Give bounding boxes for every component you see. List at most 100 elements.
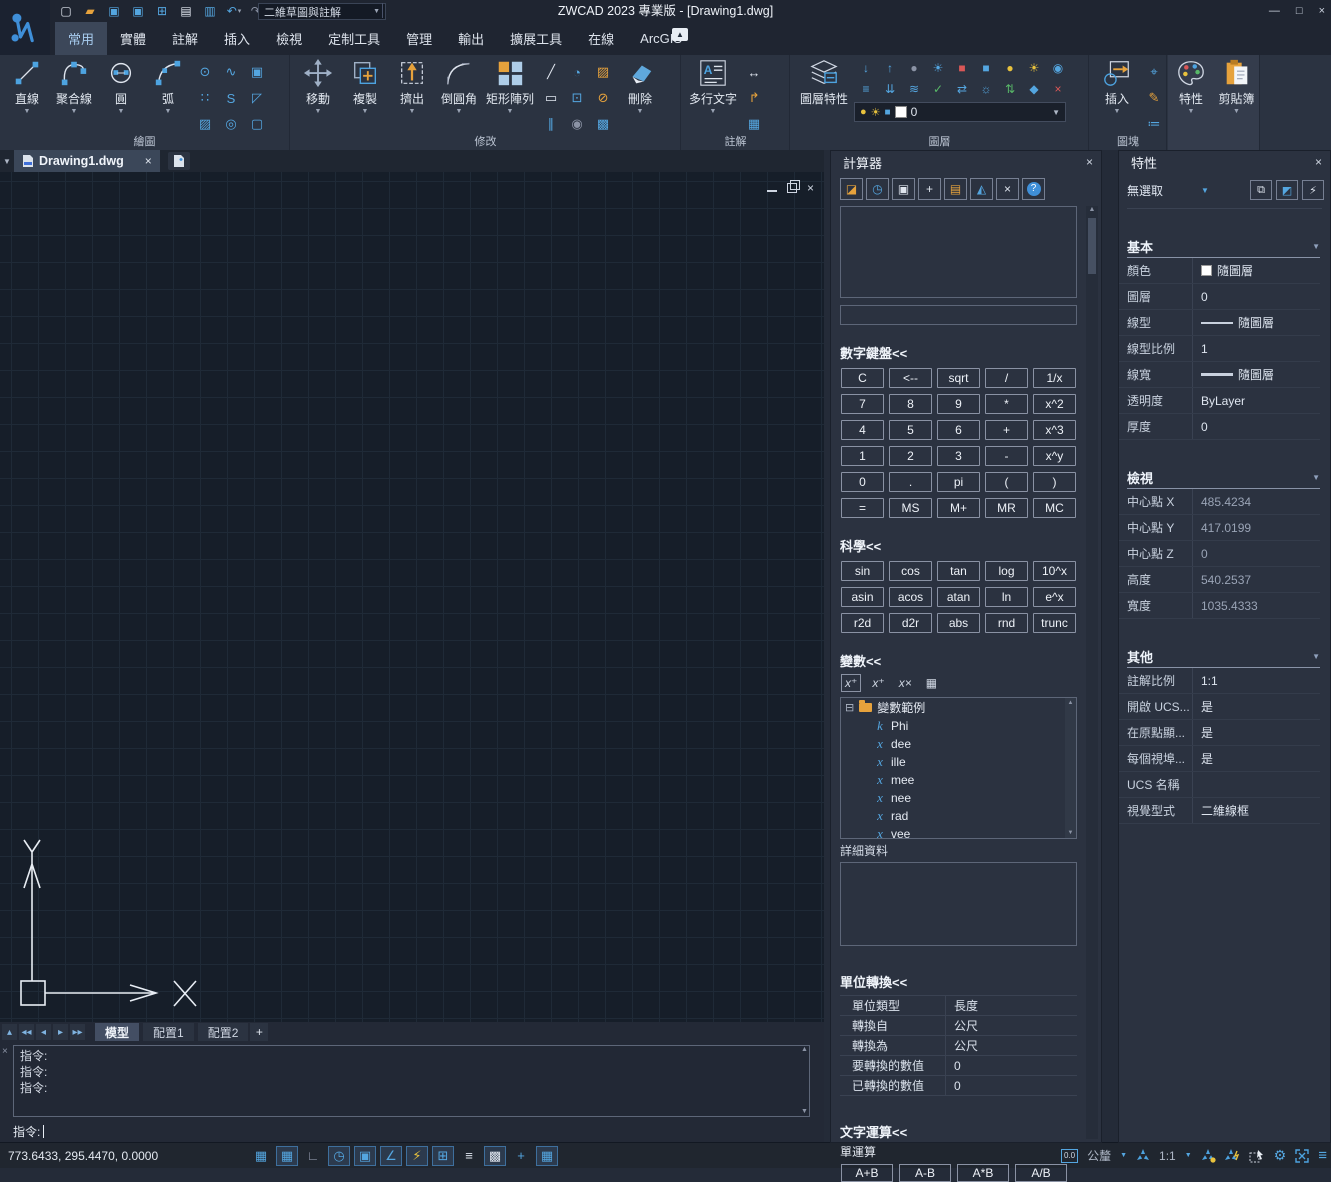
calc-sci-key[interactable]: tan bbox=[937, 561, 980, 581]
section-scientific[interactable]: 科學<< bbox=[831, 536, 1101, 555]
variable-row[interactable]: xvee bbox=[841, 825, 1076, 839]
calc-key[interactable]: <-- bbox=[889, 368, 932, 388]
calc-key[interactable]: MR bbox=[985, 498, 1028, 518]
next-layout-icon[interactable]: ▸ bbox=[53, 1024, 68, 1040]
calc-sci-key[interactable]: acos bbox=[889, 587, 932, 607]
collapse-icon[interactable]: ⊟ bbox=[845, 701, 854, 714]
calc-key[interactable]: 3 bbox=[937, 446, 980, 466]
workspace-dropdown[interactable]: 二維草圖與註解 ▼ bbox=[258, 3, 386, 20]
layer-match-icon[interactable]: ✓ bbox=[926, 78, 950, 99]
calc-sci-key[interactable]: trunc bbox=[1033, 613, 1076, 633]
command-history[interactable]: 指令:指令:指令: bbox=[13, 1045, 810, 1117]
print-icon[interactable]: ▤▾ bbox=[176, 2, 196, 20]
ribbon-tab[interactable]: 檢視 bbox=[263, 22, 315, 55]
calc-sci-key[interactable]: d2r bbox=[889, 613, 932, 633]
unit-conversion-row[interactable]: 轉換自公尺 bbox=[840, 1016, 1077, 1036]
command-input[interactable]: 指令: bbox=[13, 1122, 810, 1140]
prev-layout-icon[interactable]: ◂ bbox=[36, 1024, 51, 1040]
insert-block-button[interactable]: 插入▼ bbox=[1094, 57, 1140, 116]
text-op-button[interactable]: A+B bbox=[841, 1164, 893, 1182]
calc-sci-key[interactable]: abs bbox=[937, 613, 980, 633]
copy-button[interactable]: 複製▼ bbox=[342, 57, 388, 116]
variable-row[interactable]: xmee bbox=[841, 771, 1076, 789]
ortho-icon[interactable]: ∟ bbox=[302, 1146, 324, 1166]
calc-key[interactable]: + bbox=[985, 420, 1028, 440]
layer-states-icon[interactable]: ◆ bbox=[1022, 78, 1046, 99]
delete-variable-icon[interactable]: x× bbox=[896, 675, 915, 691]
calc-key[interactable]: pi bbox=[937, 472, 980, 492]
variable-row[interactable]: xrad bbox=[841, 807, 1076, 825]
history-icon[interactable]: ◷ bbox=[866, 178, 889, 200]
create-block-icon[interactable]: ⌖ bbox=[1141, 59, 1167, 85]
save-icon[interactable]: ▣▾ bbox=[104, 2, 124, 20]
layout-tab[interactable]: 配置2 bbox=[198, 1023, 249, 1041]
variable-row[interactable]: xnee bbox=[841, 789, 1076, 807]
osnap-icon[interactable]: ▣ bbox=[354, 1146, 376, 1166]
clear-history-icon[interactable]: ◪ bbox=[840, 178, 863, 200]
calc-key[interactable]: MS bbox=[889, 498, 932, 518]
calc-key[interactable]: sqrt bbox=[937, 368, 980, 388]
ribbon-collapse-icon[interactable]: ▲ bbox=[672, 28, 688, 41]
annotation-scale-icon[interactable] bbox=[1136, 1149, 1150, 1163]
chevron-down-icon[interactable]: ▼ bbox=[1185, 1152, 1192, 1159]
undo-icon[interactable]: ↶▾ bbox=[224, 2, 244, 20]
layer-dropdown[interactable]: ● ☀ ■ 0 ▼ bbox=[854, 102, 1066, 122]
first-layout-icon[interactable]: ◂◂ bbox=[19, 1024, 34, 1040]
calc-sci-key[interactable]: log bbox=[985, 561, 1028, 581]
chevron-down-icon[interactable]: ▼ bbox=[1120, 1152, 1127, 1159]
properties-palette-button[interactable]: 特性▼ bbox=[1168, 57, 1214, 116]
layer-merge-icon[interactable]: ≋ bbox=[902, 78, 926, 99]
calc-key[interactable]: ( bbox=[985, 472, 1028, 492]
open-icon[interactable]: ▰▾ bbox=[80, 2, 100, 20]
layer-unisolate-icon[interactable]: ☼ bbox=[974, 78, 998, 99]
clipboard-button[interactable]: 剪貼簿▼ bbox=[1214, 57, 1260, 116]
arc-button[interactable]: 弧▼ bbox=[145, 57, 191, 116]
gear-icon[interactable]: ⚙ bbox=[1274, 1147, 1287, 1164]
point-icon[interactable]: ∷ bbox=[192, 85, 218, 111]
layer-freeze-icon[interactable]: ☀ bbox=[1022, 57, 1046, 78]
match-properties-icon[interactable]: ▨ bbox=[590, 59, 616, 85]
layer-restore-icon[interactable]: ⇅ bbox=[998, 78, 1022, 99]
quick-select-icon[interactable]: ⧉ bbox=[1250, 180, 1272, 200]
calc-key[interactable]: 1 bbox=[841, 446, 884, 466]
status-menu-icon[interactable]: ≡ bbox=[1318, 1147, 1327, 1164]
edit-block-icon[interactable]: ✎ bbox=[1141, 85, 1167, 111]
drawing-canvas[interactable]: × bbox=[0, 172, 824, 1022]
section-view[interactable]: 檢視▼ bbox=[1127, 466, 1320, 489]
text-op-button[interactable]: A*B bbox=[957, 1164, 1009, 1182]
section-misc[interactable]: 其他▼ bbox=[1127, 645, 1320, 668]
app-logo[interactable] bbox=[0, 0, 50, 55]
layer-unlock-icon[interactable]: ■ bbox=[974, 57, 998, 78]
layer-on-icon[interactable]: ● bbox=[998, 57, 1022, 78]
circle-button[interactable]: 圓▼ bbox=[98, 57, 144, 116]
variables-tree[interactable]: ⊟ 變數範例 kPhi xdee xille xmee xnee xrad xv… bbox=[840, 697, 1077, 839]
close-button[interactable]: × bbox=[1319, 5, 1325, 17]
paste-to-cmdline-icon[interactable]: ▣ bbox=[892, 178, 915, 200]
snap-icon[interactable]: ▦ bbox=[250, 1146, 272, 1166]
annotation-scale-value[interactable]: 1:1 bbox=[1159, 1149, 1176, 1163]
auto-scale-icon[interactable] bbox=[1225, 1149, 1240, 1163]
stretch-icon[interactable]: ▭ bbox=[538, 85, 564, 111]
add-layout-icon[interactable]: + bbox=[250, 1023, 268, 1041]
close-command-icon[interactable]: × bbox=[2, 1046, 8, 1057]
ribbon-tab[interactable]: 擴展工具 bbox=[497, 22, 575, 55]
transparency-icon[interactable]: ▩ bbox=[484, 1146, 506, 1166]
calc-key[interactable]: x^2 bbox=[1033, 394, 1076, 414]
text-op-button[interactable]: A-B bbox=[899, 1164, 951, 1182]
trim-icon[interactable]: ╱ bbox=[538, 59, 564, 85]
distance-icon[interactable]: ▤ bbox=[944, 178, 967, 200]
new-file-icon[interactable]: ▢▾ bbox=[56, 2, 76, 20]
calculator-scrollbar[interactable]: ▲ bbox=[1086, 206, 1098, 1139]
maximize-button[interactable]: □ bbox=[1296, 5, 1303, 17]
spline-icon[interactable]: ∿ bbox=[218, 59, 244, 85]
layer-off-icon[interactable]: ● bbox=[902, 57, 926, 78]
ellipse-icon[interactable]: ⊙ bbox=[192, 59, 218, 85]
fillet-edge-icon[interactable]: ◔ bbox=[564, 59, 590, 85]
calc-sci-key[interactable]: rnd bbox=[985, 613, 1028, 633]
move-button[interactable]: 移動▼ bbox=[295, 57, 341, 116]
calc-key[interactable]: 6 bbox=[937, 420, 980, 440]
unit-conversion-row[interactable]: 已轉換的數值0 bbox=[840, 1076, 1077, 1096]
layout-tab[interactable]: 模型 bbox=[95, 1023, 139, 1041]
calc-key[interactable]: 9 bbox=[937, 394, 980, 414]
layer-to-current-icon[interactable]: ≡ bbox=[854, 78, 878, 99]
